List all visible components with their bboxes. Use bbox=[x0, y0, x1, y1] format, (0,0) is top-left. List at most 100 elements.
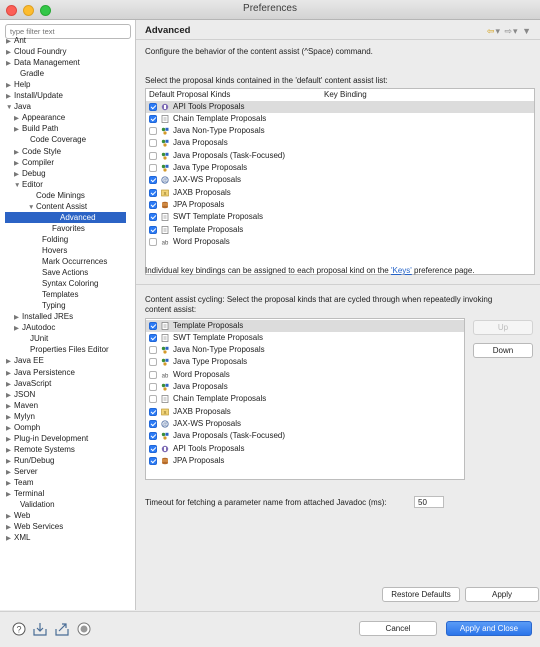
restore-defaults-button[interactable]: Restore Defaults bbox=[382, 587, 460, 602]
proposal-checkbox[interactable] bbox=[149, 419, 157, 428]
proposal-checkbox[interactable] bbox=[149, 139, 157, 148]
tree-item-terminal[interactable]: ▶ Terminal bbox=[6, 488, 44, 499]
tree-item-favorites[interactable]: Favorites bbox=[44, 223, 85, 234]
tree-item-junit[interactable]: JUnit bbox=[22, 333, 48, 344]
tree-item-java-ee[interactable]: ▶ Java EE bbox=[6, 355, 44, 366]
proposal-row[interactable]: Template Proposals bbox=[146, 319, 464, 332]
tree-item-web-services[interactable]: ▶ Web Services bbox=[6, 521, 63, 532]
proposal-row[interactable]: Java Non-Type Proposals bbox=[146, 125, 534, 137]
tree-item-install-update[interactable]: ▶ Install/Update bbox=[6, 90, 63, 101]
forward-menu-chevron-icon[interactable]: ▾ bbox=[513, 26, 519, 36]
proposal-checkbox[interactable] bbox=[149, 444, 157, 453]
tree-item-java-persistence[interactable]: ▶ Java Persistence bbox=[6, 367, 75, 378]
down-button[interactable]: Down bbox=[473, 343, 533, 358]
tree-item-installed-jres[interactable]: ▶ Installed JREs bbox=[14, 311, 73, 322]
tree-item-editor[interactable]: ▼ Editor bbox=[14, 179, 43, 190]
tree-item-javascript[interactable]: ▶ JavaScript bbox=[6, 378, 51, 389]
proposal-checkbox[interactable] bbox=[149, 333, 157, 342]
proposal-checkbox[interactable] bbox=[149, 200, 157, 209]
tree-item-properties-files-editor[interactable]: Properties Files Editor bbox=[22, 344, 109, 355]
proposal-checkbox[interactable] bbox=[149, 395, 157, 404]
proposal-row[interactable]: Java Type Proposals bbox=[146, 356, 464, 368]
proposal-checkbox[interactable] bbox=[149, 237, 157, 246]
tree-item-java[interactable]: ▼ Java bbox=[6, 101, 31, 112]
tree-item-syntax-coloring[interactable]: Syntax Coloring bbox=[34, 278, 98, 289]
tree-item-debug[interactable]: ▶ Debug bbox=[14, 168, 46, 179]
proposal-checkbox[interactable] bbox=[149, 456, 157, 465]
proposal-checkbox[interactable] bbox=[149, 102, 157, 111]
default-proposals-table[interactable]: Default Proposal Kinds Key Binding API T… bbox=[145, 88, 535, 275]
proposal-row[interactable]: SWT Template Proposals bbox=[146, 211, 534, 223]
tree-item-plug-in-development[interactable]: ▶ Plug-in Development bbox=[6, 433, 88, 444]
collapsed-arrow-icon[interactable]: ▶ bbox=[14, 124, 22, 135]
expanded-arrow-icon[interactable]: ▼ bbox=[6, 102, 14, 113]
proposal-row[interactable]: API Tools Proposals bbox=[146, 100, 534, 113]
col-kinds-header[interactable]: Default Proposal Kinds bbox=[149, 89, 230, 100]
keys-link[interactable]: 'Keys' bbox=[391, 266, 412, 275]
proposal-checkbox[interactable] bbox=[149, 407, 157, 416]
proposal-row[interactable]: Java Type Proposals bbox=[146, 162, 534, 174]
tree-item-appearance[interactable]: ▶ Appearance bbox=[14, 112, 65, 123]
proposal-checkbox[interactable] bbox=[149, 432, 157, 441]
record-icon[interactable] bbox=[77, 622, 91, 636]
tree-item-web[interactable]: ▶ Web bbox=[6, 510, 30, 521]
tree-item-server[interactable]: ▶ Server bbox=[6, 466, 38, 477]
proposal-row[interactable]: X JAXB Proposals bbox=[146, 406, 464, 418]
tree-item-run-debug[interactable]: ▶ Run/Debug bbox=[6, 455, 54, 466]
collapsed-arrow-icon[interactable]: ▶ bbox=[6, 533, 14, 544]
apply-and-close-button[interactable]: Apply and Close bbox=[446, 621, 532, 636]
tree-item-validation[interactable]: Validation bbox=[12, 499, 55, 510]
export-icon[interactable] bbox=[55, 622, 69, 636]
tree-item-jautodoc[interactable]: ▶ JAutodoc bbox=[14, 322, 55, 333]
tree-item-maven[interactable]: ▶ Maven bbox=[6, 400, 38, 411]
proposal-row[interactable]: Chain Template Proposals bbox=[146, 393, 464, 405]
back-menu-chevron-icon[interactable]: ▾ bbox=[495, 26, 501, 36]
collapsed-arrow-icon[interactable]: ▶ bbox=[14, 323, 22, 334]
tree-item-data-management[interactable]: ▶ Data Management bbox=[6, 57, 80, 68]
help-icon[interactable]: ? bbox=[12, 622, 26, 636]
proposal-row[interactable]: Java Proposals (Task-Focused) bbox=[146, 430, 464, 442]
proposal-checkbox[interactable] bbox=[149, 358, 157, 367]
tree-item-code-style[interactable]: ▶ Code Style bbox=[14, 146, 61, 157]
proposal-checkbox[interactable] bbox=[149, 151, 157, 160]
tree-item-oomph[interactable]: ▶ Oomph bbox=[6, 422, 40, 433]
proposal-checkbox[interactable] bbox=[149, 321, 157, 330]
proposal-row[interactable]: Java Proposals bbox=[146, 381, 464, 393]
proposal-checkbox[interactable] bbox=[149, 213, 157, 222]
cancel-button[interactable]: Cancel bbox=[359, 621, 437, 636]
tree-item-mylyn[interactable]: ▶ Mylyn bbox=[6, 411, 35, 422]
proposal-checkbox[interactable] bbox=[149, 114, 157, 123]
tree-item-typing[interactable]: Typing bbox=[34, 300, 66, 311]
proposal-checkbox[interactable] bbox=[149, 346, 157, 355]
proposal-row[interactable]: @ JAX-WS Proposals bbox=[146, 174, 534, 186]
proposal-row[interactable]: JPA Proposals bbox=[146, 199, 534, 211]
proposal-checkbox[interactable] bbox=[149, 164, 157, 172]
proposal-row[interactable]: @ JAX-WS Proposals bbox=[146, 418, 464, 430]
tree-item-xml[interactable]: ▶ XML bbox=[6, 532, 30, 543]
apply-button[interactable]: Apply bbox=[465, 587, 539, 602]
tree-item-ant[interactable]: ▶ Ant bbox=[6, 35, 26, 46]
tree-item-folding[interactable]: Folding bbox=[34, 234, 68, 245]
tree-item-gradle[interactable]: Gradle bbox=[12, 68, 44, 79]
proposal-row[interactable]: JPA Proposals bbox=[146, 455, 464, 467]
view-menu-icon[interactable]: ▼ bbox=[522, 26, 532, 36]
tree-item-remote-systems[interactable]: ▶ Remote Systems bbox=[6, 444, 75, 455]
expanded-arrow-icon[interactable]: ▼ bbox=[14, 180, 22, 191]
proposal-checkbox[interactable] bbox=[149, 176, 157, 185]
proposal-row[interactable]: API Tools Proposals bbox=[146, 443, 464, 455]
up-button[interactable]: Up bbox=[473, 320, 533, 335]
proposal-checkbox[interactable] bbox=[149, 225, 157, 234]
tree-item-advanced[interactable]: Advanced bbox=[5, 211, 126, 223]
forward-arrow-icon[interactable]: ⇨ bbox=[504, 26, 513, 36]
proposal-row[interactable]: SWT Template Proposals bbox=[146, 332, 464, 344]
proposal-row[interactable]: Chain Template Proposals bbox=[146, 113, 534, 125]
proposal-row[interactable]: ab Word Proposals bbox=[146, 369, 464, 381]
timeout-input[interactable]: 50 bbox=[414, 496, 444, 508]
tree-item-save-actions[interactable]: Save Actions bbox=[34, 267, 88, 278]
proposal-row[interactable]: ab Word Proposals bbox=[146, 236, 534, 248]
col-binding-header[interactable]: Key Binding bbox=[324, 89, 367, 100]
tree-item-content-assist[interactable]: ▼ Content Assist bbox=[28, 201, 87, 212]
tree-item-hovers[interactable]: Hovers bbox=[34, 245, 67, 256]
proposal-checkbox[interactable] bbox=[149, 188, 157, 197]
proposal-row[interactable]: Java Proposals bbox=[146, 137, 534, 149]
